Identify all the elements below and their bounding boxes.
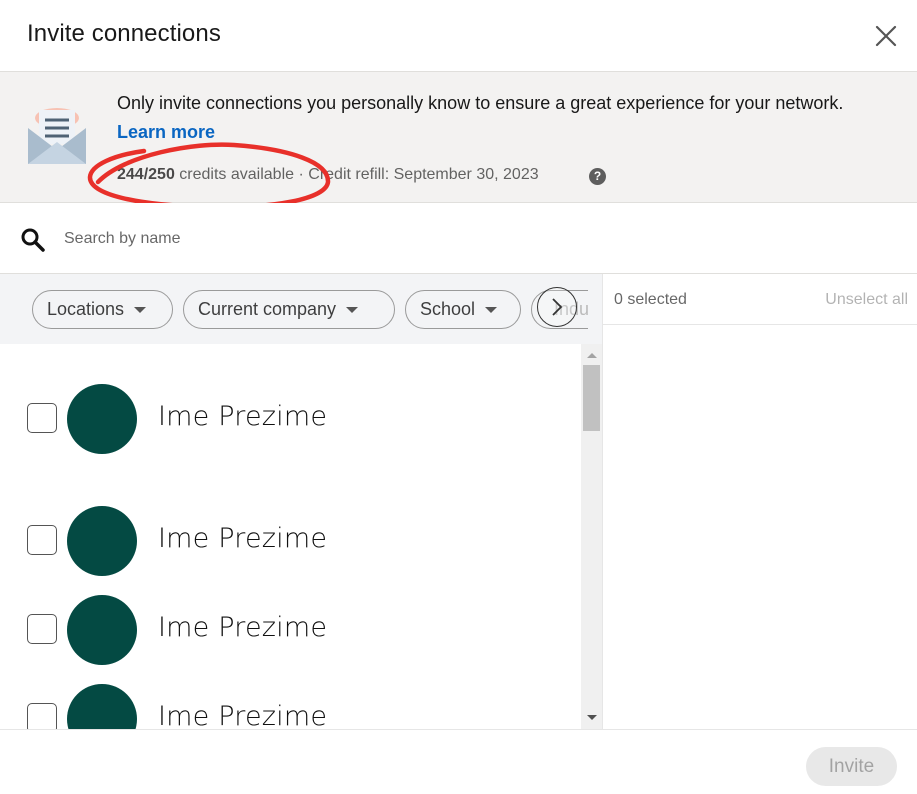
credits-label: credits available (179, 166, 295, 183)
caret-down-icon (485, 306, 498, 313)
credit-refill-date: Credit refill: September 30, 2023 (308, 166, 539, 183)
filter-fade (588, 274, 602, 344)
chevron-right-icon (552, 298, 563, 316)
search-input[interactable] (64, 223, 864, 255)
filter-school[interactable]: School (405, 290, 521, 329)
filter-label: Current company (198, 299, 337, 319)
connection-row[interactable]: Ime Prezime (0, 379, 581, 459)
filters-next-button[interactable] (537, 287, 577, 327)
notice-text: Only invite connections you personally k… (117, 93, 844, 113)
connection-checkbox[interactable] (27, 403, 57, 433)
credits-separator: · (298, 166, 304, 183)
connection-row[interactable]: Ime Prezime (0, 679, 581, 730)
connection-name: Ime Prezime (158, 523, 328, 554)
connection-checkbox[interactable] (27, 703, 57, 730)
caret-down-icon (134, 306, 147, 313)
avatar (67, 506, 137, 576)
unselect-all-button[interactable]: Unselect all (825, 291, 908, 309)
connection-checkbox[interactable] (27, 614, 57, 644)
envelope-icon (28, 108, 86, 164)
connection-name: Ime Prezime (158, 701, 328, 730)
credits-info: 244/250 credits available · Credit refil… (117, 166, 539, 184)
search-icon (21, 228, 45, 252)
selected-count: 0 selected (614, 291, 687, 308)
learn-more-link[interactable]: Learn more (117, 122, 215, 142)
connection-row[interactable]: Ime Prezime (0, 590, 581, 670)
dialog-footer: Invite (0, 729, 917, 794)
caret-down-icon (346, 306, 359, 313)
avatar (67, 684, 137, 730)
close-button[interactable] (872, 22, 900, 50)
selection-panel: 0 selected Unselect all (602, 274, 917, 730)
notice-message: Only invite connections you personally k… (117, 89, 877, 147)
avatar (67, 384, 137, 454)
dialog-header: Invite connections (0, 0, 917, 72)
filter-current-company[interactable]: Current company (183, 290, 395, 329)
search-bar (0, 203, 917, 274)
filter-label: School (420, 299, 476, 319)
selection-header: 0 selected Unselect all (603, 274, 917, 325)
connection-row[interactable]: Ime Prezime (0, 501, 581, 581)
credits-count: 244/250 (117, 166, 175, 183)
scroll-up-icon[interactable] (587, 353, 597, 358)
filter-label: Locations (47, 299, 125, 319)
connections-list: Ime Prezime Ime Prezime Ime Prezime Ime … (0, 344, 581, 730)
filter-locations[interactable]: Locations (32, 290, 173, 329)
filter-bar: Locations Current company School Indu (0, 274, 602, 344)
connection-name: Ime Prezime (158, 612, 328, 643)
list-scrollbar[interactable] (581, 344, 602, 730)
invite-button[interactable]: Invite (806, 747, 897, 786)
invite-notice: Only invite connections you personally k… (0, 72, 917, 203)
dialog-title: Invite connections (27, 20, 221, 47)
connection-checkbox[interactable] (27, 525, 57, 555)
help-icon[interactable]: ? (589, 168, 606, 185)
avatar (67, 595, 137, 665)
scroll-down-icon[interactable] (587, 715, 597, 720)
scrollbar-thumb[interactable] (583, 365, 600, 431)
close-icon (875, 25, 897, 47)
connection-name: Ime Prezime (158, 401, 328, 432)
